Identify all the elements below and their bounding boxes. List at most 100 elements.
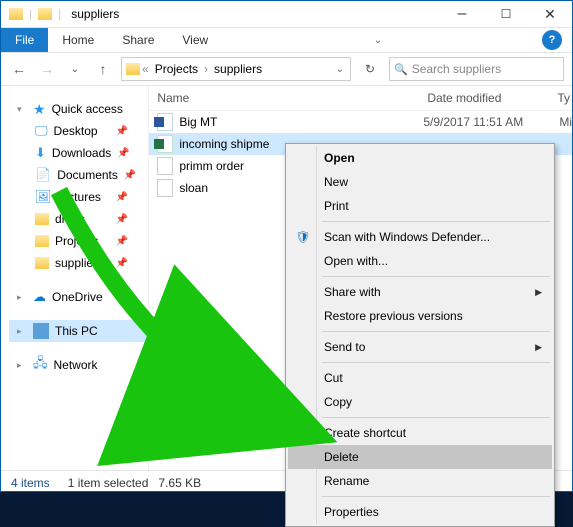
- downloads-icon: ⬇: [35, 145, 46, 161]
- cm-share-with[interactable]: Share with▶: [288, 280, 552, 304]
- help-icon[interactable]: ?: [542, 30, 562, 50]
- forward-button[interactable]: →: [37, 61, 57, 77]
- cm-scan-defender[interactable]: 🛡Scan with Windows Defender...: [288, 225, 552, 249]
- cm-label: Share with: [324, 285, 381, 299]
- pin-icon: 📌: [116, 126, 128, 137]
- desktop-icon: 🖵: [35, 123, 48, 139]
- ribbon-tab-share[interactable]: Share: [108, 28, 168, 52]
- sidebar-item-quick-access[interactable]: ★ Quick access: [9, 98, 148, 120]
- cm-label: Rename: [324, 474, 369, 488]
- sidebar-item-label: drafts: [55, 212, 85, 226]
- cm-delete[interactable]: Delete: [288, 445, 552, 469]
- sidebar-item-suppliers[interactable]: suppliers 📌: [9, 252, 148, 274]
- column-name[interactable]: Name: [153, 91, 427, 105]
- breadcrumb-parent[interactable]: Projects: [151, 62, 202, 76]
- cm-separator: [322, 362, 550, 363]
- chevron-right-icon: ▶: [535, 342, 542, 353]
- chevron-right-icon: ›: [204, 62, 208, 76]
- search-icon: 🔍: [394, 63, 408, 76]
- chevron-right-icon[interactable]: [17, 292, 27, 303]
- close-button[interactable]: ✕: [528, 1, 572, 27]
- cm-send-to[interactable]: Send to ▶: [288, 335, 552, 359]
- qat-sep: |: [29, 7, 32, 21]
- file-name: primm order: [179, 159, 244, 173]
- sidebar-item-onedrive[interactable]: ☁ OneDrive: [9, 286, 148, 308]
- chevron-down-icon[interactable]: [17, 104, 27, 115]
- ribbon: File Home Share View ⌄ ?: [1, 28, 572, 53]
- pin-icon: 📌: [117, 148, 129, 159]
- ribbon-tab-view[interactable]: View: [168, 28, 222, 52]
- column-headers[interactable]: Name Date modified Ty: [149, 86, 572, 111]
- sidebar-item-label: Pictures: [58, 190, 101, 204]
- column-date[interactable]: Date modified: [427, 91, 557, 105]
- cm-label: Scan with Windows Defender...: [324, 230, 490, 244]
- file-icon: [157, 179, 173, 197]
- cm-separator: [322, 331, 550, 332]
- word-icon: [157, 113, 173, 131]
- refresh-button[interactable]: ↻: [359, 62, 381, 76]
- search-placeholder: Search suppliers: [412, 62, 501, 76]
- thispc-icon: [33, 323, 49, 339]
- recent-dropdown-icon[interactable]: ⌄: [65, 64, 85, 75]
- cm-separator: [322, 276, 550, 277]
- cm-print[interactable]: Print: [288, 194, 552, 218]
- sidebar-item-drafts[interactable]: drafts 📌: [9, 208, 148, 230]
- breadcrumb[interactable]: « Projects › suppliers ⌄: [121, 57, 351, 81]
- cm-label: Create shortcut: [324, 426, 406, 440]
- qat-sep2: |: [58, 7, 61, 21]
- cm-cut[interactable]: Cut: [288, 366, 552, 390]
- cm-separator: [322, 496, 550, 497]
- ribbon-expand-icon[interactable]: ⌄: [374, 35, 382, 46]
- window-title: suppliers: [67, 7, 119, 21]
- chevron-right-icon[interactable]: [17, 360, 27, 371]
- cm-label: Cut: [324, 371, 343, 385]
- status-size: 7.65 KB: [158, 476, 201, 490]
- sidebar-item-documents[interactable]: 📄 Documents 📌: [9, 164, 148, 186]
- sidebar-item-pictures[interactable]: 🖼 Pictures 📌: [9, 186, 148, 208]
- cm-create-shortcut[interactable]: Create shortcut: [288, 421, 552, 445]
- titlebar: | | suppliers – ☐ ✕: [1, 1, 572, 28]
- cm-properties[interactable]: Properties: [288, 500, 552, 524]
- cm-open[interactable]: Open: [288, 146, 552, 170]
- search-input[interactable]: 🔍 Search suppliers: [389, 57, 564, 81]
- column-type[interactable]: Ty: [557, 91, 572, 105]
- cm-rename[interactable]: Rename: [288, 469, 552, 493]
- pin-icon: 📌: [124, 170, 136, 181]
- sidebar-item-desktop[interactable]: 🖵 Desktop 📌: [9, 120, 148, 142]
- back-button[interactable]: ←: [9, 61, 29, 77]
- file-icon: [157, 157, 173, 175]
- cm-label: New: [324, 175, 348, 189]
- nav-tree: ★ Quick access 🖵 Desktop 📌 ⬇ Downloads 📌…: [1, 86, 149, 470]
- up-button[interactable]: ↑: [93, 61, 113, 77]
- minimize-button[interactable]: –: [440, 1, 484, 27]
- ribbon-tab-home[interactable]: Home: [48, 28, 108, 52]
- chevron-right-icon[interactable]: [17, 326, 27, 337]
- sidebar-item-thispc[interactable]: This PC: [9, 320, 148, 342]
- cm-label: Copy: [324, 395, 352, 409]
- titlebar-folder-icon: [38, 8, 52, 20]
- pin-icon: 📌: [116, 214, 128, 225]
- sidebar-item-downloads[interactable]: ⬇ Downloads 📌: [9, 142, 148, 164]
- sidebar-item-projects[interactable]: Projects 📌: [9, 230, 148, 252]
- sidebar-item-label: Downloads: [52, 146, 111, 160]
- file-name: Big MT: [179, 115, 217, 129]
- breadcrumb-current[interactable]: suppliers: [210, 62, 266, 76]
- cm-label: Properties: [324, 505, 379, 519]
- cm-copy[interactable]: Copy: [288, 390, 552, 414]
- file-row[interactable]: Big MT 5/9/2017 11:51 AM Mi: [149, 111, 572, 133]
- cm-label: Send to: [324, 340, 365, 354]
- cm-label: Print: [324, 199, 349, 213]
- sidebar-item-label: Network: [54, 358, 98, 372]
- onedrive-icon: ☁: [33, 289, 46, 305]
- sidebar-item-label: suppliers: [55, 256, 103, 270]
- breadcrumb-dropdown-icon[interactable]: ⌄: [336, 64, 346, 75]
- window-folder-icon: [9, 8, 23, 20]
- maximize-button[interactable]: ☐: [484, 1, 528, 27]
- cm-new[interactable]: New: [288, 170, 552, 194]
- status-item-count: 4 items: [11, 476, 50, 490]
- sidebar-item-network[interactable]: 🖧 Network: [9, 354, 148, 376]
- cm-restore-versions[interactable]: Restore previous versions: [288, 304, 552, 328]
- ribbon-file-tab[interactable]: File: [1, 28, 48, 52]
- cm-open-with[interactable]: Open with...: [288, 249, 552, 273]
- sidebar-item-label: OneDrive: [52, 290, 103, 304]
